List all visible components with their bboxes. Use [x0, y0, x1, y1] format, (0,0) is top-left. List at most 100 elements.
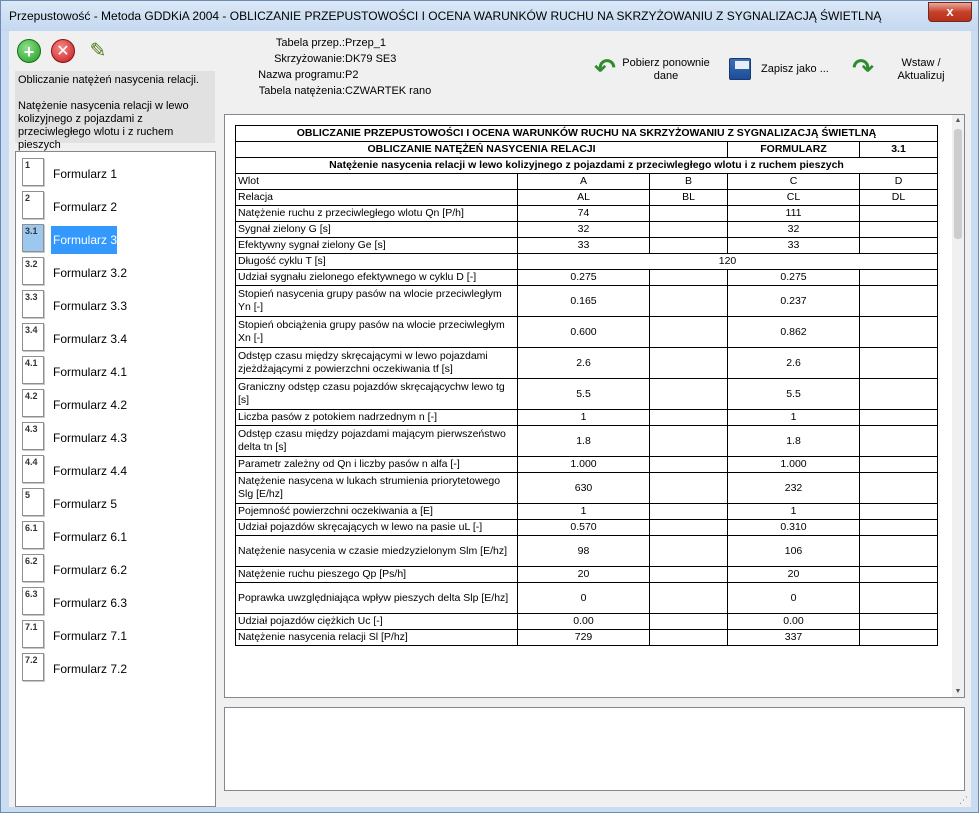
- form-item-label: Formularz 6.2: [53, 563, 128, 577]
- table-cell: OBLICZANIE PRZEPUSTOWOŚCI I OCENA WARUNK…: [235, 125, 938, 142]
- insert-label: Wstaw / Aktualizuj: [895, 57, 947, 83]
- table-cell: [859, 269, 938, 286]
- table-cell: 32: [517, 221, 650, 238]
- table-cell: 20: [517, 566, 650, 583]
- table-cell: Poprawka uwzględniająca wpływ pieszych d…: [235, 582, 518, 614]
- table-cell: [649, 582, 728, 614]
- table-cell: [649, 425, 728, 457]
- form-document-icon: 6.2: [22, 554, 44, 582]
- table-row: Stopień nasycenia grupy pasów na wlocie …: [235, 285, 938, 317]
- table-cell: OBLICZANIE NATĘŻEŃ NASYCENIA RELACJI: [235, 141, 728, 158]
- table-cell: 0.00: [517, 613, 650, 630]
- table-cell: [859, 221, 938, 238]
- form-item[interactable]: 3.2 Formularz 3.2: [16, 255, 215, 288]
- form-document-icon: 4.1: [22, 356, 44, 384]
- insert-update-button[interactable]: ↷ Wstaw / Aktualizuj: [849, 53, 959, 87]
- form-item-label: Formularz 5: [53, 497, 118, 511]
- table-cell: Natężenie nasycena w lukach strumienia p…: [235, 472, 518, 504]
- scroll-down-icon[interactable]: ▼: [954, 688, 962, 695]
- form-item[interactable]: 1 Formularz 1: [16, 156, 215, 189]
- app-window: Przepustowość - Metoda GDDKiA 2004 - OBL…: [0, 0, 979, 813]
- close-button[interactable]: x: [928, 2, 972, 22]
- meta-key: Tabela natężenia:: [258, 85, 345, 97]
- form-item[interactable]: 4.2 Formularz 4.2: [16, 387, 215, 420]
- resize-grip-icon[interactable]: ⋰: [959, 795, 969, 805]
- table-cell: 1: [727, 503, 860, 520]
- form-item[interactable]: 4.1 Formularz 4.1: [16, 354, 215, 387]
- table-cell: [649, 221, 728, 238]
- table-cell: AL: [517, 189, 650, 206]
- add-icon[interactable]: +: [17, 39, 41, 63]
- reload-data-button[interactable]: ↶ Pobierz ponownie dane: [591, 53, 721, 87]
- form-item[interactable]: 6.2 Formularz 6.2: [16, 552, 215, 585]
- form-item[interactable]: 3.4 Formularz 3.4: [16, 321, 215, 354]
- table-cell: 120: [517, 253, 938, 270]
- vertical-scrollbar[interactable]: ▲ ▼: [952, 115, 964, 697]
- table-cell: Efektywny sygnał zielony Ge [s]: [235, 237, 518, 254]
- form-item-label: Formularz 7.2: [53, 662, 128, 676]
- insert-label-line1: Wstaw /: [901, 57, 941, 69]
- table-row: Natężenie nasycena w lukach strumienia p…: [235, 472, 938, 504]
- table-cell: 337: [727, 629, 860, 646]
- form-item[interactable]: 6.3 Formularz 6.3: [16, 585, 215, 618]
- form-document-icon: 5: [22, 488, 44, 516]
- form-document-icon: 2: [22, 191, 44, 219]
- table-cell: CL: [727, 189, 860, 206]
- table-cell: [649, 205, 728, 222]
- title-bar[interactable]: Przepustowość - Metoda GDDKiA 2004 - OBL…: [1, 1, 978, 31]
- table-cell: 0.600: [517, 316, 650, 348]
- meta-row: Skrzyżowanie: DK79 SE3: [227, 53, 527, 68]
- table-cell: [649, 378, 728, 410]
- form-item[interactable]: 4.4 Formularz 4.4: [16, 453, 215, 486]
- form-item[interactable]: 2 Formularz 2: [16, 189, 215, 222]
- meta-key: Skrzyżowanie:: [274, 53, 345, 65]
- table-cell: Natężenie ruchu pieszego Qp [Ps/h]: [235, 566, 518, 583]
- table-cell: 0.570: [517, 519, 650, 536]
- table-cell: DL: [859, 189, 938, 206]
- form-item[interactable]: 7.1 Formularz 7.1: [16, 618, 215, 651]
- table-cell: B: [649, 173, 728, 190]
- table-cell: A: [517, 173, 650, 190]
- form-item[interactable]: 6.1 Formularz 6.1: [16, 519, 215, 552]
- table-cell: 5.5: [517, 378, 650, 410]
- table-cell: 32: [727, 221, 860, 238]
- table-cell: [649, 347, 728, 379]
- table-cell: Graniczny odstęp czasu pojazdów skręcają…: [235, 378, 518, 410]
- table-cell: Natężenie nasycenia w czasie miedzyzielo…: [235, 535, 518, 567]
- delete-icon[interactable]: ✕: [51, 39, 75, 63]
- notes-panel[interactable]: [224, 707, 965, 791]
- meta-row: Tabela przep.: Przep_1: [227, 37, 527, 52]
- table-cell: Odstęp czasu między pojazdami mającym pi…: [235, 425, 518, 457]
- form-item[interactable]: 5 Formularz 5: [16, 486, 215, 519]
- save-as-button[interactable]: Zapisz jako ...: [729, 53, 839, 87]
- table-cell: [859, 613, 938, 630]
- table-cell: Sygnał zielony G [s]: [235, 221, 518, 238]
- form-document-icon: 3.3: [22, 290, 44, 318]
- table-cell: Natężenie nasycenia relacji w lewo koliz…: [235, 157, 938, 174]
- form-item-label: Formularz 3.4: [53, 332, 128, 346]
- table-cell: [649, 456, 728, 473]
- table-cell: 1.000: [727, 456, 860, 473]
- edit-pencil-icon[interactable]: ✎: [85, 39, 111, 63]
- table-cell: [649, 409, 728, 426]
- table-cell: [859, 205, 938, 222]
- meta-value: CZWARTEK rano: [345, 85, 432, 97]
- table-row: Natężenie ruchu pieszego Qp [Ps/h] 20 20: [235, 566, 938, 583]
- form-list[interactable]: 1 Formularz 1 2 Formularz 2 3.1 Formularz 3.1…: [15, 151, 216, 807]
- scroll-thumb[interactable]: [954, 129, 962, 239]
- table-row: OBLICZANIE PRZEPUSTOWOŚCI I OCENA WARUNK…: [235, 125, 938, 142]
- table-cell: 33: [517, 237, 650, 254]
- table-cell: 111: [727, 205, 860, 222]
- form-item[interactable]: 3.3 Formularz 3.3: [16, 288, 215, 321]
- table-cell: 232: [727, 472, 860, 504]
- table-cell: Pojemność powierzchni oczekiwania a [E]: [235, 503, 518, 520]
- table-cell: 1.8: [727, 425, 860, 457]
- scroll-up-icon[interactable]: ▲: [954, 117, 962, 124]
- table-cell: Relacja: [235, 189, 518, 206]
- document-view[interactable]: OBLICZANIE PRZEPUSTOWOŚCI I OCENA WARUNK…: [224, 114, 965, 698]
- table-cell: [649, 285, 728, 317]
- table-cell: 630: [517, 472, 650, 504]
- form-item[interactable]: 3.1 Formularz 3.1: [16, 222, 215, 255]
- form-item[interactable]: 4.3 Formularz 4.3: [16, 420, 215, 453]
- form-item[interactable]: 7.2 Formularz 7.2: [16, 651, 215, 684]
